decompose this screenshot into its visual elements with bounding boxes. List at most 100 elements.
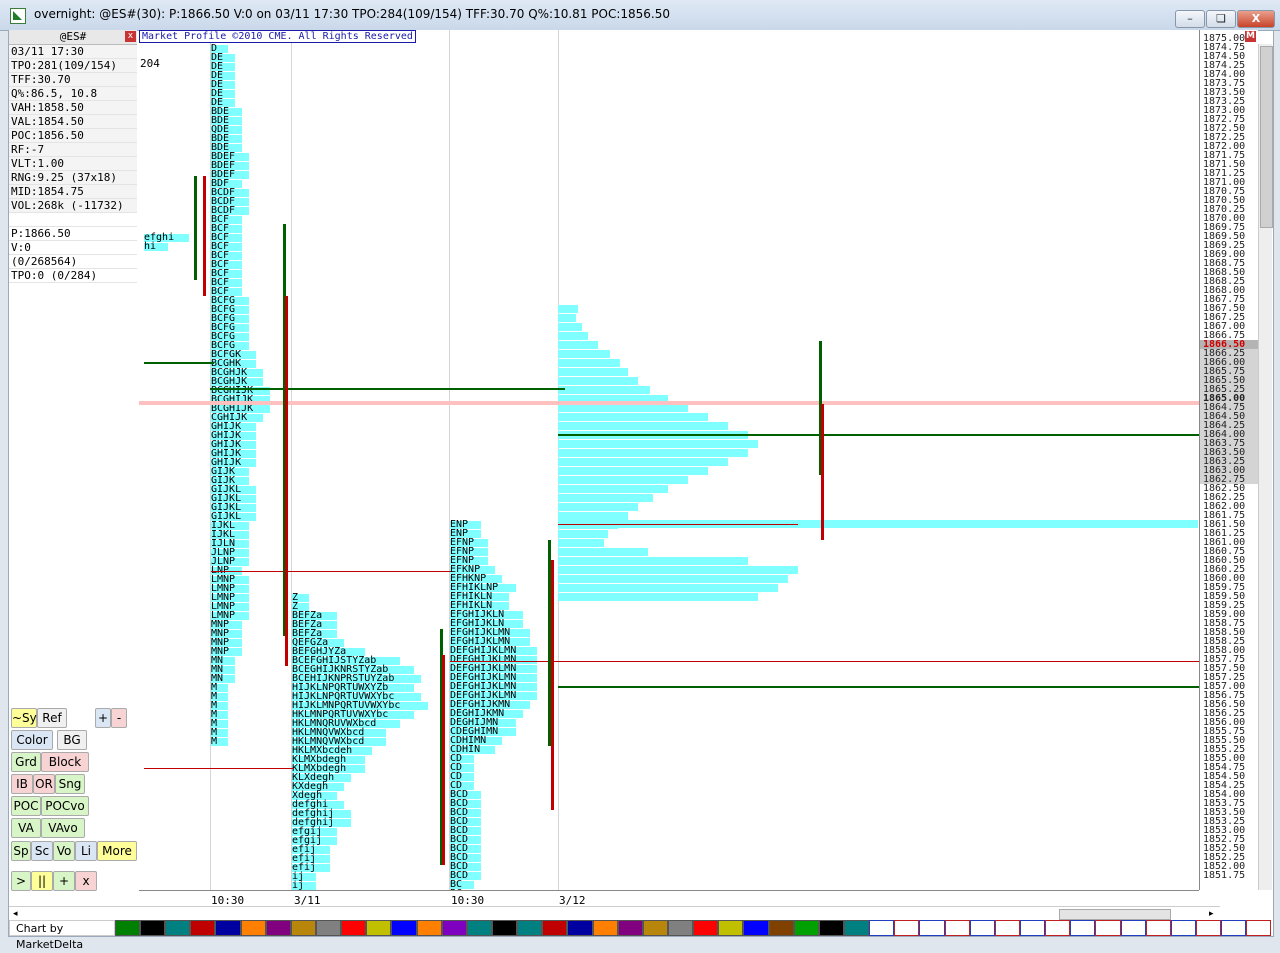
split-button[interactable]: Sp [11, 841, 31, 861]
volume-button[interactable]: Vo [53, 841, 75, 861]
color-swatch[interactable] [542, 920, 568, 936]
reference-line [139, 401, 1199, 405]
color-swatch[interactable] [1246, 920, 1272, 936]
color-swatch[interactable] [441, 920, 467, 936]
color-swatch[interactable] [240, 920, 266, 936]
color-swatch[interactable] [869, 920, 895, 936]
color-swatch[interactable] [793, 920, 819, 936]
vertical-scrollbar[interactable] [1258, 44, 1273, 890]
copyright-label: Market Profile ©2010 CME. All Rights Res… [139, 30, 416, 43]
volume-histogram-bar [558, 305, 578, 313]
volume-histogram-bar [558, 377, 638, 385]
play-button[interactable]: > [11, 871, 31, 891]
ref-button[interactable]: Ref [37, 708, 67, 728]
volume-histogram-bar [558, 476, 688, 484]
poc-button[interactable]: POC [11, 796, 41, 816]
color-swatch[interactable] [944, 920, 970, 936]
info-row: MID:1854.75 [9, 185, 137, 199]
color-swatch[interactable] [1095, 920, 1121, 936]
single-prints-button[interactable]: Sng [55, 774, 85, 794]
title-bar: overnight: @ES#(30): P:1866.50 V:0 on 03… [0, 0, 1280, 31]
color-swatch[interactable] [491, 920, 518, 936]
color-swatch[interactable] [341, 920, 367, 936]
color-swatch[interactable] [466, 920, 492, 936]
price-axis[interactable]: 1875.00 1874.75 1874.50 1874.25 1874.00 1873.… [1199, 30, 1258, 890]
background-button[interactable]: BG [57, 730, 87, 750]
color-swatch[interactable] [265, 920, 291, 936]
zoom-out-button[interactable]: - [111, 708, 127, 728]
tpo-row: M [211, 736, 218, 747]
scroll-left-icon[interactable]: ◂ [13, 909, 18, 919]
color-swatch[interactable] [391, 920, 417, 936]
color-swatch[interactable] [316, 920, 342, 936]
color-swatch[interactable] [843, 920, 870, 936]
color-swatch[interactable] [1170, 920, 1196, 936]
symbol-name: @ES# [59, 30, 87, 43]
color-swatch[interactable] [567, 920, 593, 936]
lines-button[interactable]: Li [75, 841, 97, 861]
volume-histogram-bar [558, 467, 708, 475]
color-swatch[interactable] [517, 920, 543, 936]
color-swatch[interactable] [718, 920, 744, 936]
color-swatch[interactable] [1145, 920, 1171, 936]
pause-button[interactable]: || [31, 871, 53, 891]
restore-button[interactable]: ❏ [1206, 10, 1236, 28]
color-swatch[interactable] [592, 920, 618, 936]
color-swatch[interactable] [290, 920, 316, 936]
color-swatch[interactable] [818, 920, 844, 936]
brand-label: Chart by MarketDelta [9, 920, 115, 951]
ib-button[interactable]: IB [11, 774, 33, 794]
scale-button[interactable]: Sc [31, 841, 53, 861]
color-swatch[interactable] [1120, 920, 1146, 936]
more-button[interactable]: More [97, 841, 137, 861]
add-button[interactable]: + [53, 871, 75, 891]
close-symbol-icon[interactable]: x [125, 31, 136, 42]
tpo-count-overflow: 204 [140, 57, 160, 70]
color-swatch[interactable] [768, 920, 794, 936]
color-swatch[interactable] [165, 920, 191, 936]
color-swatch[interactable] [919, 920, 945, 936]
color-swatch[interactable] [1045, 920, 1071, 936]
close-button[interactable]: X [1237, 10, 1275, 28]
color-swatch[interactable] [969, 920, 995, 936]
vertical-scroll-thumb[interactable] [1260, 46, 1273, 228]
scroll-right-icon[interactable]: ▸ [1209, 909, 1214, 919]
volume-histogram-bar [558, 512, 628, 520]
poc-volume-button[interactable]: POCvo [41, 796, 89, 816]
color-swatch[interactable] [1070, 920, 1096, 936]
horizontal-scroll-thumb[interactable] [1059, 909, 1171, 920]
color-swatch[interactable] [617, 920, 643, 936]
info-row: RF:-7 [9, 143, 137, 157]
color-swatch[interactable] [190, 920, 216, 936]
value-area-volume-button[interactable]: VAvo [41, 818, 85, 838]
horizontal-scrollbar[interactable]: ◂ ▸ [9, 906, 1220, 921]
color-swatch[interactable] [366, 920, 392, 936]
menu-m-icon[interactable]: M [1245, 31, 1256, 42]
info-row: VAL:1854.50 [9, 115, 137, 129]
symbol-button[interactable]: ~Sym [11, 708, 48, 728]
value-area-button[interactable]: VA [11, 818, 41, 838]
color-button[interactable]: Color [11, 730, 53, 750]
color-swatch[interactable] [1195, 920, 1222, 936]
color-swatch[interactable] [1019, 920, 1046, 936]
color-swatch[interactable] [667, 920, 694, 936]
color-swatch[interactable] [416, 920, 442, 936]
color-swatch[interactable] [743, 920, 769, 936]
color-swatch[interactable] [994, 920, 1020, 936]
color-swatch[interactable] [642, 920, 668, 936]
color-swatch[interactable] [114, 920, 141, 936]
info-row: POC:1856.50 [9, 129, 137, 143]
zoom-in-button[interactable]: + [95, 708, 111, 728]
color-swatch[interactable] [1221, 920, 1247, 936]
color-swatch[interactable] [140, 920, 166, 936]
minimize-button[interactable]: – [1175, 10, 1205, 28]
or-button[interactable]: OR [33, 774, 55, 794]
color-swatch[interactable] [693, 920, 719, 936]
color-swatch[interactable] [215, 920, 241, 936]
reference-line [450, 661, 1258, 662]
volume-histogram-bar [558, 566, 798, 574]
grid-button[interactable]: Grd [11, 752, 41, 772]
remove-button[interactable]: x [75, 871, 97, 891]
color-swatch[interactable] [894, 920, 920, 936]
block-button[interactable]: Block [41, 752, 89, 772]
